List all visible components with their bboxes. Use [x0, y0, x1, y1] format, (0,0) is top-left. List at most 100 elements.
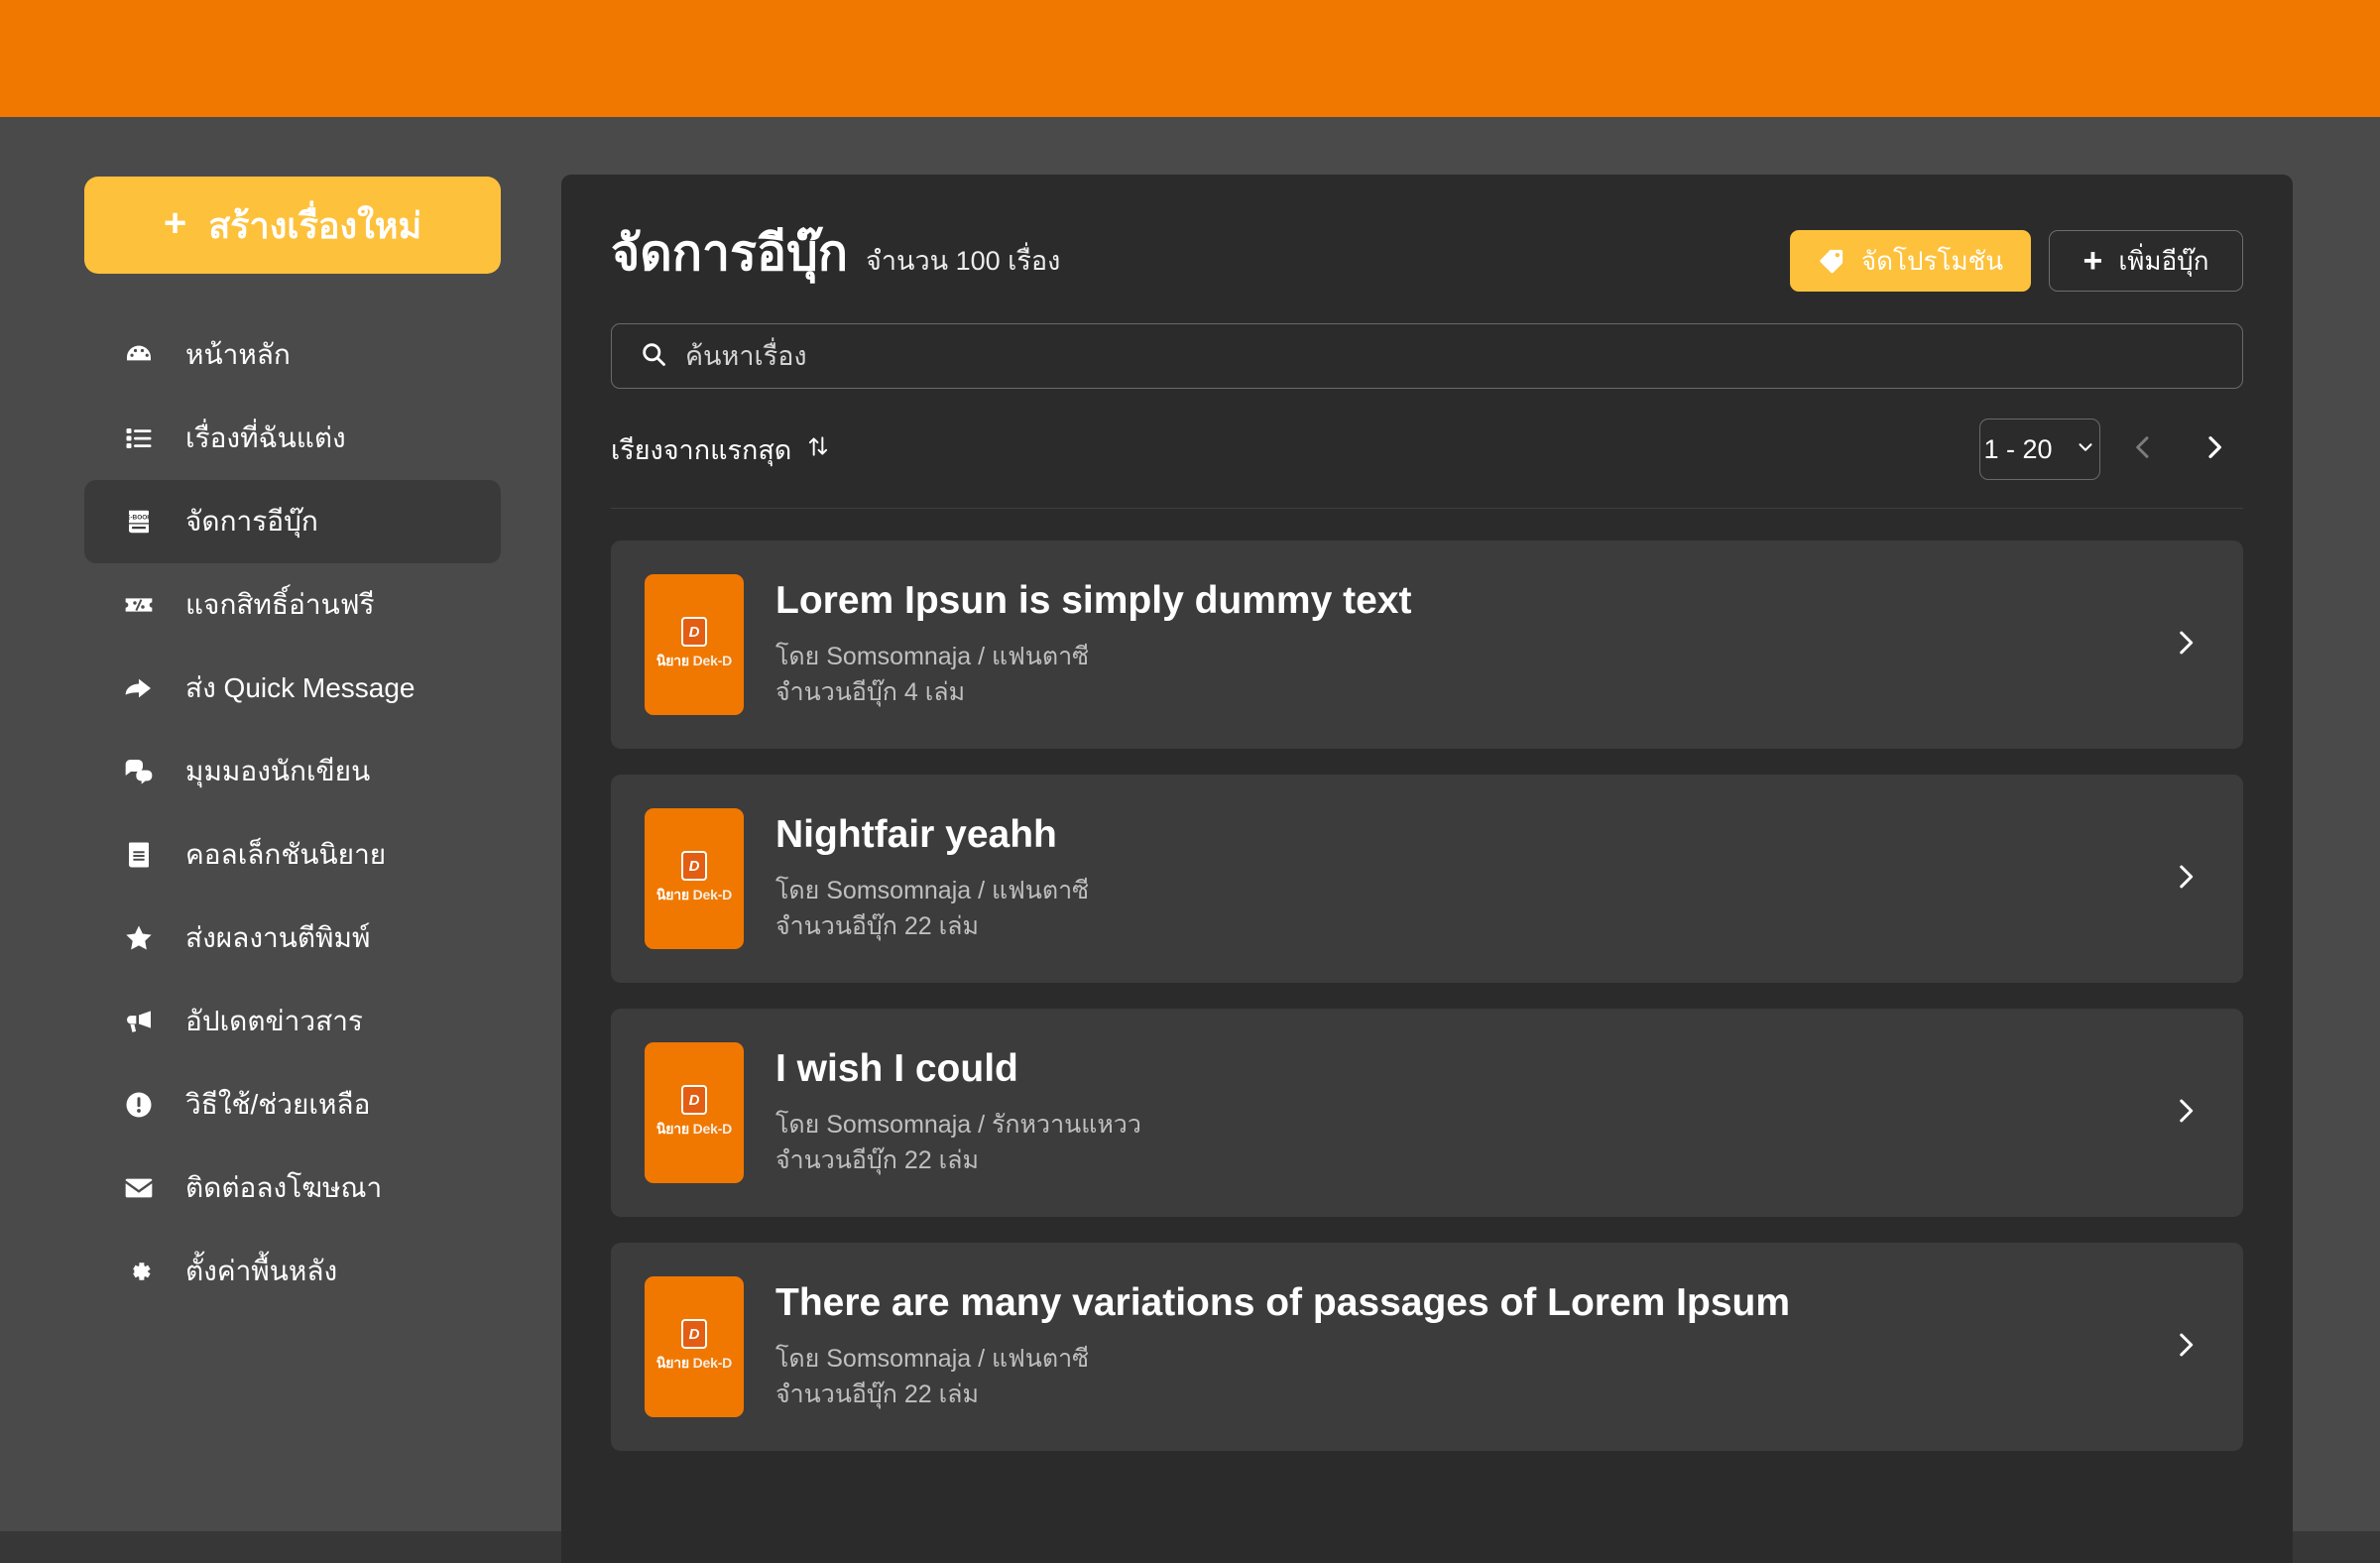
book-icon: [122, 838, 156, 872]
thumbnail-logo-text: นิยาย Dek-D: [655, 653, 733, 668]
ebook-byline: โดย Somsomnaja / แฟนตาซี: [775, 643, 1090, 671]
ebook-list-item[interactable]: D นิยาย Dek-D There are many variations …: [611, 1243, 2243, 1451]
ebook-byline: โดย Somsomnaja / แฟนตาซี: [775, 1345, 1090, 1374]
chevron-right-icon: [2199, 431, 2230, 468]
prev-page-button[interactable]: [2114, 421, 2172, 478]
plus-icon: +: [163, 201, 187, 245]
sidebar-item-label: คอลเล็กชันนิยาย: [185, 839, 387, 870]
sidebar-item-submit-publication[interactable]: ส่งผลงานตีพิมพ์: [84, 897, 501, 980]
share-arrow-icon: [122, 671, 156, 705]
chevron-right-icon: [2169, 1328, 2202, 1367]
sort-control[interactable]: เรียงจากแรกสุด: [611, 428, 831, 471]
thumbnail-logo-text: นิยาย Dek-D: [655, 1355, 733, 1371]
plus-icon: +: [2082, 242, 2103, 280]
ebook-title: There are many variations of passages of…: [775, 1281, 1791, 1325]
sidebar-item-label: วิธีใช้/ช่วยเหลือ: [185, 1089, 371, 1120]
sidebar-item-news-updates[interactable]: อัปเดตข่าวสาร: [84, 980, 501, 1063]
sidebar-item-collection[interactable]: คอลเล็กชันนิยาย: [84, 813, 501, 897]
sidebar-item-label: ตั้งค่าพื้นหลัง: [185, 1256, 338, 1286]
ebook-open-chevron[interactable]: [2162, 626, 2209, 664]
create-story-button[interactable]: + สร้างเรื่องใหม่: [84, 177, 501, 274]
ebook-cover-thumbnail: D นิยาย Dek-D: [645, 808, 744, 949]
search-bar[interactable]: [611, 323, 2243, 389]
chevron-right-icon: [2169, 1094, 2202, 1133]
ebook-info: I wish I could โดย Somsomnaja / รักหวานแ…: [775, 1046, 2130, 1178]
thumbnail-logo-text: นิยาย Dek-D: [655, 887, 733, 902]
sidebar-item-my-stories[interactable]: เรื่องที่ฉันแต่ง: [84, 397, 501, 480]
sidebar-item-label: ส่ง Quick Message: [185, 672, 416, 703]
dekd-book-mark-icon: D: [681, 851, 707, 881]
megaphone-icon: [122, 1005, 156, 1038]
ebook-cover-thumbnail: D นิยาย Dek-D: [645, 1276, 744, 1417]
dashboard-icon: [122, 338, 156, 372]
ebook-icon: E-BOOK: [122, 505, 156, 539]
thumbnail-logo-text: นิยาย Dek-D: [655, 1121, 733, 1137]
sidebar-item-label: มุมมองนักเขียน: [185, 756, 371, 786]
sidebar-nav: หน้าหลัก เรื่องที่ฉันแต่ง E-BOOK จัดการอ…: [0, 313, 561, 1313]
main-panel: จัดการอีบุ๊ก จำนวน 100 เรื่อง จัดโปรโมชั…: [561, 175, 2293, 1563]
ebook-volume-count: จำนวนอีบุ๊ก 22 เล่ม: [775, 1146, 979, 1175]
ebook-list: D นิยาย Dek-D Lorem Ipsun is simply dumm…: [611, 541, 2243, 1451]
page-range-select[interactable]: 1 - 20: [1979, 419, 2100, 480]
search-icon: [640, 340, 667, 373]
sidebar-item-label: แจกสิทธิ์อ่านฟรี: [185, 589, 375, 620]
ebook-open-chevron[interactable]: [2162, 1094, 2209, 1133]
sort-label: เรียงจากแรกสุด: [611, 434, 792, 465]
sidebar-item-label: เรื่องที่ฉันแต่ง: [185, 422, 346, 453]
pagination: 1 - 20: [1979, 419, 2243, 480]
ebook-volume-count: จำนวนอีบุ๊ก 22 เล่ม: [775, 912, 979, 941]
page-heading: จัดการอีบุ๊ก จำนวน 100 เรื่อง: [611, 226, 1060, 281]
envelope-icon: [122, 1171, 156, 1205]
sidebar-item-free-read-rights[interactable]: แจกสิทธิ์อ่านฟรี: [84, 563, 501, 647]
chat-bubbles-icon: [122, 755, 156, 788]
add-ebook-button[interactable]: + เพิ่มอีบุ๊ก: [2049, 230, 2243, 292]
sidebar-item-label: อัปเดตข่าวสาร: [185, 1006, 363, 1036]
sidebar-item-label: ส่งผลงานตีพิมพ์: [185, 922, 371, 953]
ebook-list-item[interactable]: D นิยาย Dek-D Nightfair yeahh โดย Somsom…: [611, 775, 2243, 983]
sidebar-item-help[interactable]: วิธีใช้/ช่วยเหลือ: [84, 1063, 501, 1146]
sidebar-item-label: หน้าหลัก: [185, 339, 291, 370]
sidebar-item-contact-advertising[interactable]: ติดต่อลงโฆษณา: [84, 1146, 501, 1230]
sidebar-item-home[interactable]: หน้าหลัก: [84, 313, 501, 397]
ebook-info: Nightfair yeahh โดย Somsomnaja / แฟนตาซี…: [775, 812, 2130, 944]
sort-updown-icon: [805, 433, 831, 466]
search-input[interactable]: [685, 324, 2242, 388]
add-ebook-label: เพิ่มอีบุ๊ก: [2118, 245, 2209, 276]
page-title: จัดการอีบุ๊ก: [611, 225, 849, 281]
sidebar-item-manage-ebook[interactable]: E-BOOK จัดการอีบุ๊ก: [84, 480, 501, 563]
sidebar-item-quick-message[interactable]: ส่ง Quick Message: [84, 647, 501, 730]
svg-text:E-BOOK: E-BOOK: [126, 515, 152, 522]
sidebar-item-label: จัดการอีบุ๊ก: [185, 506, 318, 537]
create-story-label: สร้างเรื่องใหม่: [208, 204, 422, 246]
story-count-label: จำนวน 100 เรื่อง: [866, 246, 1061, 276]
help-exclamation-icon: [122, 1088, 156, 1122]
manage-promotion-button[interactable]: จัดโปรโมชัน: [1789, 230, 2031, 292]
ebook-cover-thumbnail: D นิยาย Dek-D: [645, 1042, 744, 1183]
top-brand-bar: [0, 0, 2380, 117]
ebook-cover-thumbnail: D นิยาย Dek-D: [645, 574, 744, 715]
ebook-volume-count: จำนวนอีบุ๊ก 22 เล่ม: [775, 1381, 979, 1409]
main-header: จัดการอีบุ๊ก จำนวน 100 เรื่อง จัดโปรโมชั…: [611, 226, 2243, 292]
sidebar-item-background-settings[interactable]: ตั้งค่าพื้นหลัง: [84, 1230, 501, 1313]
manage-promotion-label: จัดโปรโมชัน: [1860, 245, 2003, 276]
page-body: + สร้างเรื่องใหม่ หน้าหลัก เรื่องที่ฉันแ…: [0, 117, 2380, 1563]
ebook-title: I wish I could: [775, 1047, 1018, 1091]
ebook-list-item[interactable]: D นิยาย Dek-D Lorem Ipsun is simply dumm…: [611, 541, 2243, 749]
dekd-book-mark-icon: D: [681, 1319, 707, 1349]
star-icon: [122, 921, 156, 955]
chevron-right-icon: [2169, 626, 2202, 664]
ebook-open-chevron[interactable]: [2162, 860, 2209, 899]
next-page-button[interactable]: [2186, 421, 2243, 478]
ticket-percent-icon: [122, 588, 156, 622]
ebook-byline: โดย Somsomnaja / แฟนตาซี: [775, 877, 1090, 905]
ebook-open-chevron[interactable]: [2162, 1328, 2209, 1367]
sidebar-item-writer-view[interactable]: มุมมองนักเขียน: [84, 730, 501, 813]
list-toolbar: เรียงจากแรกสุด 1 - 20: [611, 419, 2243, 509]
dekd-book-mark-icon: D: [681, 1085, 707, 1115]
ebook-info: There are many variations of passages of…: [775, 1280, 2130, 1412]
ebook-info: Lorem Ipsun is simply dummy text โดย Som…: [775, 578, 2130, 710]
ebook-list-item[interactable]: D นิยาย Dek-D I wish I could โดย Somsomn…: [611, 1009, 2243, 1217]
chevron-down-icon: [2075, 434, 2096, 465]
ebook-title: Nightfair yeahh: [775, 813, 1057, 857]
ebook-byline: โดย Somsomnaja / รักหวานแหวว: [775, 1111, 1141, 1140]
